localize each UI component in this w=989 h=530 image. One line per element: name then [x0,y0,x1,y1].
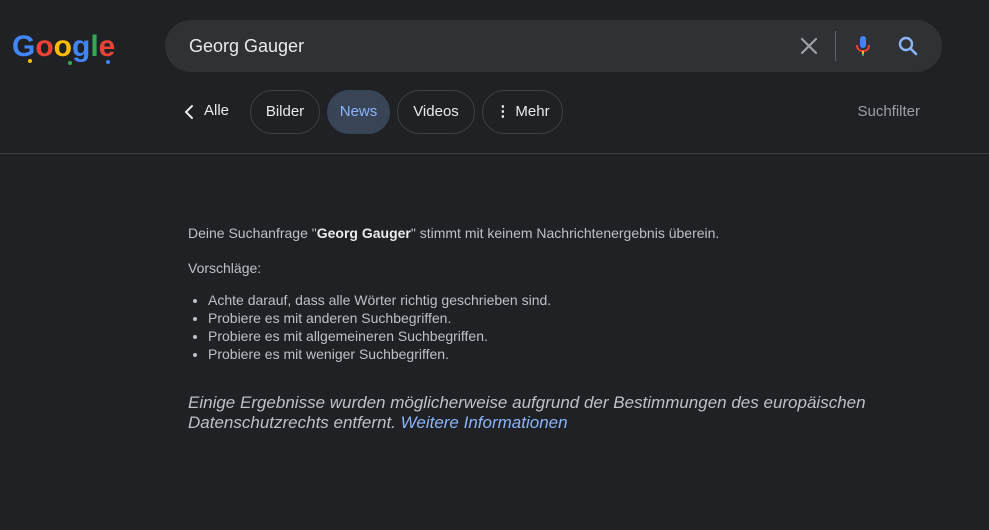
google-logo-icon: Google [12,30,115,65]
microphone-icon [856,36,870,56]
suggestions-title: Vorschläge: [188,260,262,276]
google-logo[interactable]: Google [12,28,118,73]
close-icon [800,37,818,55]
privacy-note: Einige Ergebnisse wurden möglicherweise … [188,393,928,433]
tab-news[interactable]: News [327,90,390,134]
no-results-panel: Deine Suchanfrage "Georg Gauger" stimmt … [188,224,928,433]
header-divider [0,153,989,154]
tab-more[interactable]: ⋮ Mehr [482,90,563,134]
tab-videos-label: Videos [413,103,459,120]
search-input[interactable] [189,20,789,72]
no-results-suffix: " stimmt mit keinem Nachrichtenergebnis … [410,225,720,241]
no-results-prefix: Deine Suchanfrage " [188,225,317,241]
suggestion-item: Achte darauf, dass alle Wörter richtig g… [208,291,928,309]
search-bar [165,20,942,72]
suggestions-list: Achte darauf, dass alle Wörter richtig g… [188,291,928,363]
no-results-query: Georg Gauger [316,225,411,241]
no-results-message: Deine Suchanfrage "Georg Gauger" stimmt … [188,224,928,242]
search-tabs: Alle Bilder News Videos ⋮ Mehr Suchfilter [0,90,989,134]
tab-news-label: News [339,103,378,120]
suggestion-item: Probiere es mit weniger Suchbegriffen. [208,345,928,363]
voice-search-button[interactable] [847,30,879,62]
search-button[interactable] [892,30,924,62]
search-icon [898,36,918,56]
more-info-link[interactable]: Weitere Informationen [401,413,568,432]
search-filter-button[interactable]: Suchfilter [840,90,920,134]
tab-more-label: Mehr [515,103,550,120]
clear-search-button[interactable] [793,30,825,62]
suggestion-item: Probiere es mit anderen Suchbegriffen. [208,309,928,327]
suggestion-item: Probiere es mit allgemeineren Suchbegrif… [208,327,928,345]
svg-text:Google: Google [12,30,115,63]
vertical-dots-icon: ⋮ [495,103,511,120]
chevron-left-icon [184,105,193,119]
tab-images[interactable]: Bilder [250,90,320,134]
tab-images-label: Bilder [265,103,305,120]
search-bar-divider [835,31,836,61]
tab-all-label: Alle [204,102,230,119]
tab-back-all[interactable]: Alle [176,90,238,134]
tab-videos[interactable]: Videos [397,90,475,134]
